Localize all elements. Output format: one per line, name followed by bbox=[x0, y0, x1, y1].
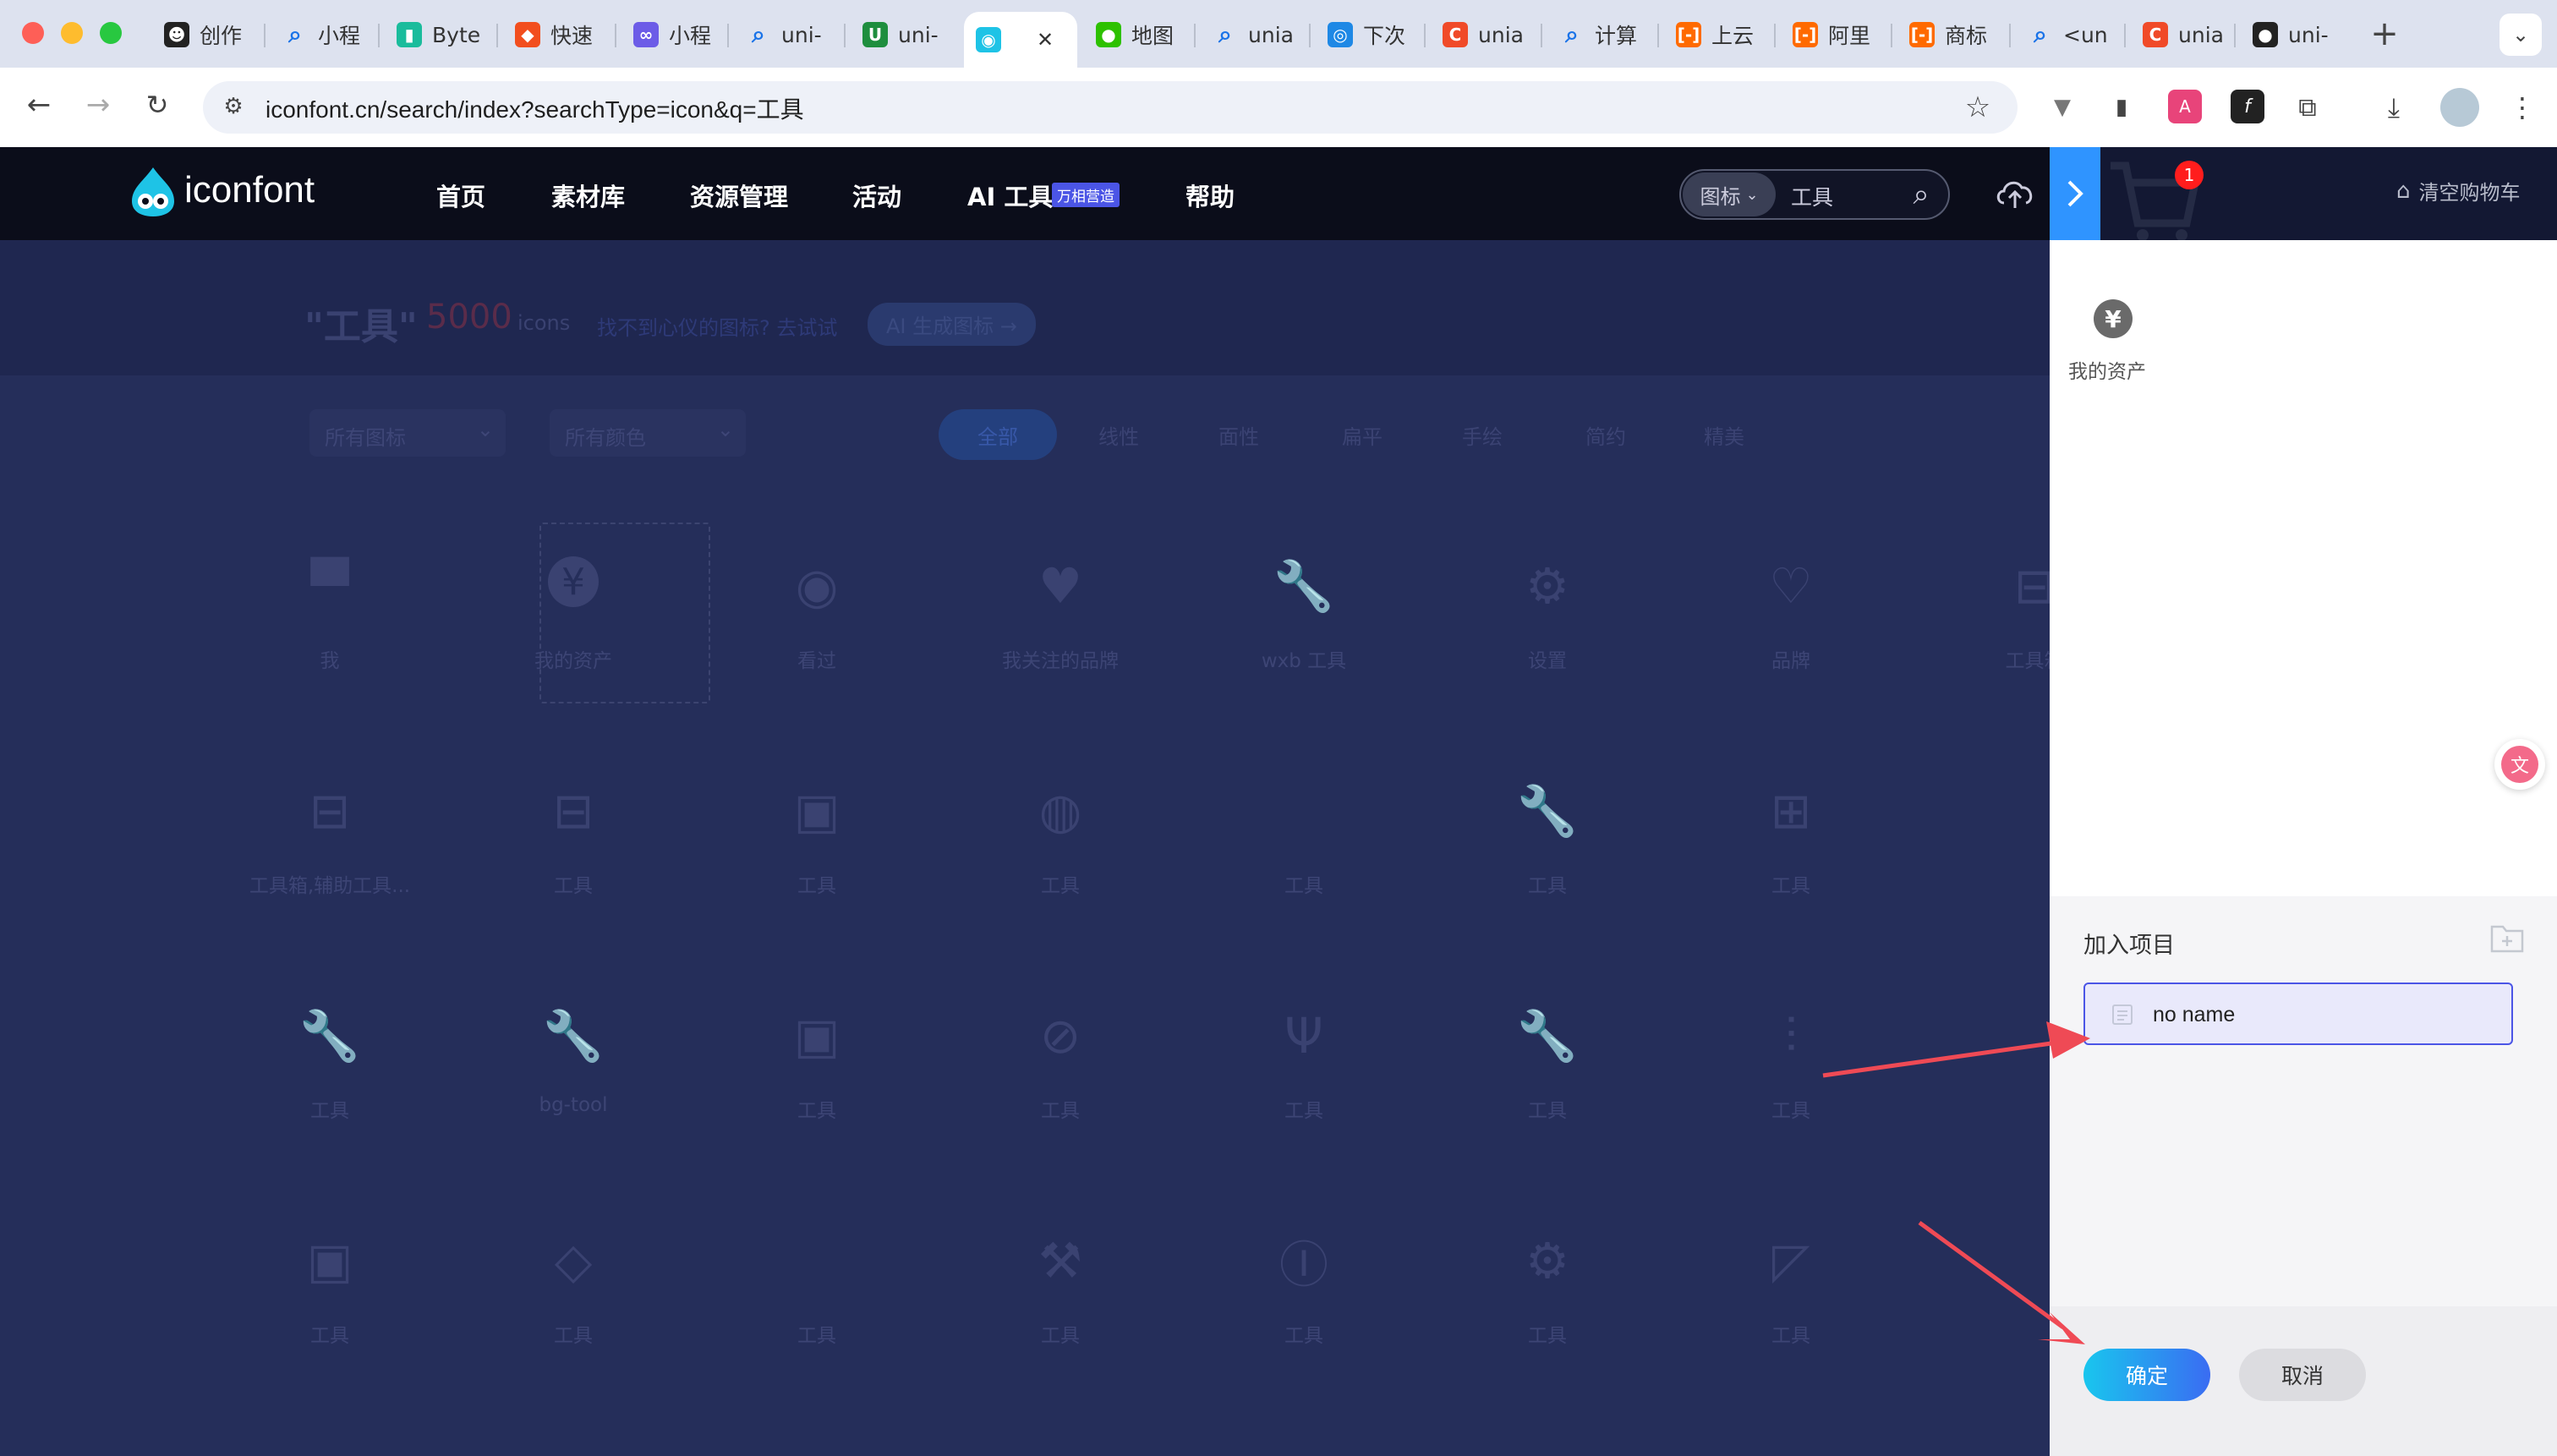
annotation-arrows bbox=[1822, 1021, 2090, 1344]
arrow-to-confirm bbox=[1918, 1220, 2085, 1344]
arrow-to-project bbox=[1822, 1021, 2090, 1078]
